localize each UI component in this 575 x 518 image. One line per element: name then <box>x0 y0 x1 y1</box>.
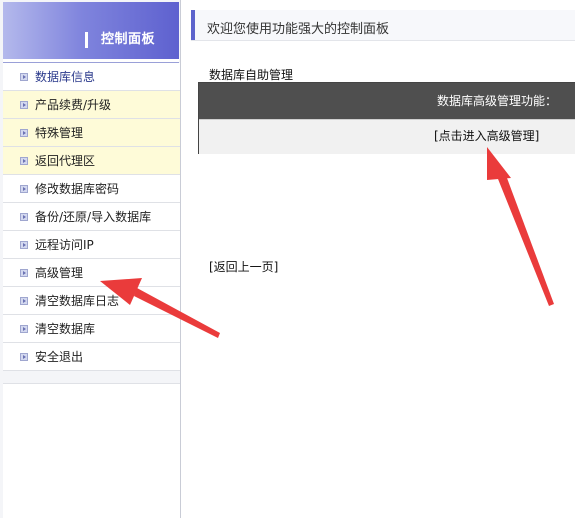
enter-advanced-management-link[interactable]: [点击进入高级管理] <box>434 120 539 153</box>
welcome-text: 欢迎您使用功能强大的控制面板 <box>207 22 390 37</box>
title-accent-bar <box>85 32 88 48</box>
sidebar-item-label: 数据库信息 <box>35 70 96 84</box>
sidebar-header: 控制面板 <box>3 2 179 62</box>
panel-header: 数据库高级管理功能： <box>199 83 575 119</box>
sidebar-item-label: 返回代理区 <box>35 154 96 168</box>
sidebar-item-special-management[interactable]: 特殊管理 <box>3 119 180 147</box>
sidebar-item-remote-ip[interactable]: 远程访问IP <box>3 231 180 259</box>
sidebar-item-label: 高级管理 <box>35 266 84 280</box>
sidebar-menu: 数据库信息 产品续费/升级 特殊管理 返回代理区 修改数据库密码 备份/还原/导… <box>3 63 180 371</box>
sidebar-title: 控制面板 <box>101 32 156 47</box>
sidebar-item-label: 特殊管理 <box>35 126 84 140</box>
bullet-icon <box>20 212 28 221</box>
bullet-icon <box>20 296 28 305</box>
bullet-icon <box>20 268 28 277</box>
advanced-management-panel: 数据库高级管理功能： [点击进入高级管理] <box>198 82 575 154</box>
bullet-icon <box>20 72 28 81</box>
sidebar-item-label: 远程访问IP <box>35 238 94 252</box>
sidebar-item-back-to-agent[interactable]: 返回代理区 <box>3 147 180 175</box>
sidebar-item-change-password[interactable]: 修改数据库密码 <box>3 175 180 203</box>
sidebar-item-backup-restore[interactable]: 备份/还原/导入数据库 <box>3 203 180 231</box>
sidebar-item-logout[interactable]: 安全退出 <box>3 343 180 371</box>
bullet-icon <box>20 184 28 193</box>
sidebar-item-label: 备份/还原/导入数据库 <box>35 210 152 224</box>
sidebar-item-label: 清空数据库 <box>35 322 96 336</box>
bullet-icon <box>20 352 28 361</box>
panel-body: [点击进入高级管理] <box>199 119 575 154</box>
sidebar-item-label: 清空数据库日志 <box>35 294 120 308</box>
sidebar-item-label: 修改数据库密码 <box>35 182 120 196</box>
bullet-icon <box>20 156 28 165</box>
bullet-icon <box>20 128 28 137</box>
sidebar-item-advanced-management[interactable]: 高级管理 <box>3 259 180 287</box>
welcome-accent-bar <box>191 10 195 40</box>
sidebar-item-label: 产品续费/升级 <box>35 98 112 112</box>
control-panel-page: 控制面板 数据库信息 产品续费/升级 特殊管理 返回代理区 修改数据库密码 备份… <box>0 0 575 518</box>
sidebar-item-clear-database[interactable]: 清空数据库 <box>3 315 180 343</box>
sidebar: 控制面板 数据库信息 产品续费/升级 特殊管理 返回代理区 修改数据库密码 备份… <box>0 0 181 518</box>
sidebar-item-clear-logs[interactable]: 清空数据库日志 <box>3 287 180 315</box>
back-link[interactable]: [返回上一页] <box>209 258 278 275</box>
sidebar-item-database-info[interactable]: 数据库信息 <box>3 63 180 91</box>
sidebar-empty-area <box>3 383 180 518</box>
section-title: 数据库自助管理 <box>209 68 294 82</box>
bullet-icon <box>20 100 28 109</box>
welcome-bar: 欢迎您使用功能强大的控制面板 <box>191 10 575 41</box>
sidebar-item-label: 安全退出 <box>35 350 84 364</box>
main-content: 欢迎您使用功能强大的控制面板 数据库自助管理 数据库高级管理功能： [点击进入高… <box>181 0 575 518</box>
bullet-icon <box>20 240 28 249</box>
bullet-icon <box>20 324 28 333</box>
sidebar-item-renew-upgrade[interactable]: 产品续费/升级 <box>3 91 180 119</box>
